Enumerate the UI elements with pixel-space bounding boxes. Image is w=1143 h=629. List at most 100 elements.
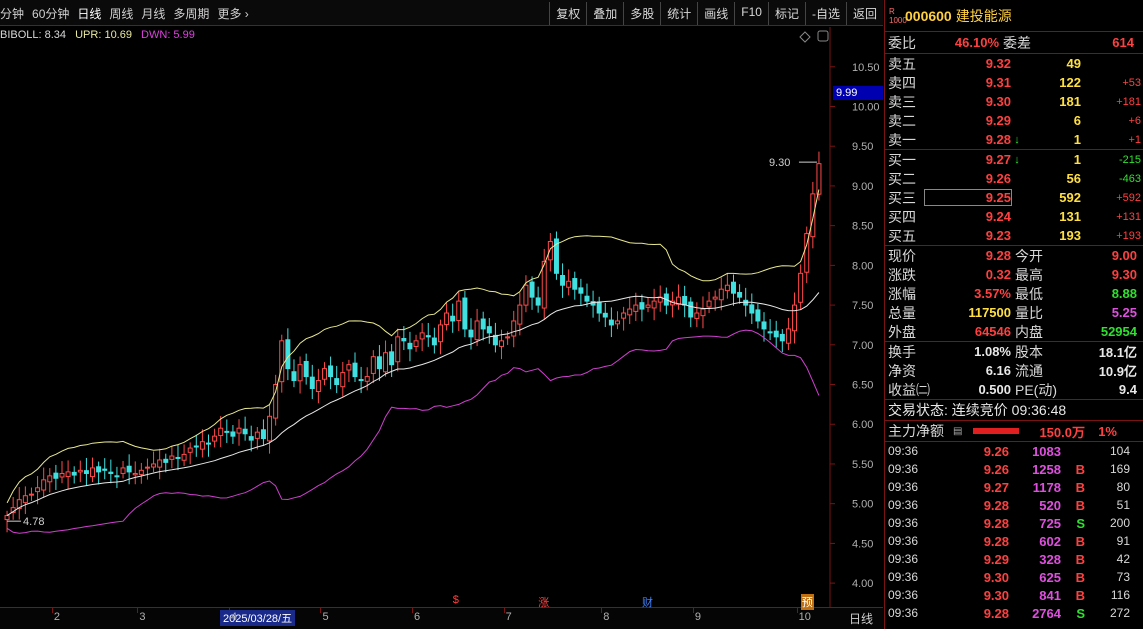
ask-level-row[interactable]: 卖二 9.29 6 +6 [885, 111, 1143, 130]
stat-value: 3.57% [974, 286, 1011, 301]
candle-body [810, 193, 816, 238]
period-daily[interactable]: 日线 [77, 5, 101, 22]
trade-volume: 1083 [1032, 443, 1061, 459]
trade-price: 9.27 [983, 479, 1009, 495]
ask-level-row[interactable]: 卖五 9.32 49 [885, 54, 1143, 73]
candle-body [792, 304, 798, 332]
high-price-label: 9.30 [769, 157, 790, 169]
period-weekly[interactable]: 周线 [109, 5, 133, 22]
candle-body [505, 336, 511, 339]
tool-overlay-button[interactable]: 叠加 [586, 2, 623, 25]
candle-body [712, 296, 718, 300]
candle-body [96, 466, 102, 473]
trade-side: S [1076, 515, 1085, 531]
stat-label: 流通 [1015, 362, 1043, 379]
candle-body [279, 340, 285, 383]
candle-body [77, 469, 83, 473]
event-marker[interactable]: 财 [642, 594, 653, 610]
bid-level-row[interactable]: 买一 9.27 ↓ 1 -215 [885, 150, 1143, 169]
bid-level-row[interactable]: 买三 9.25 592 +592 [885, 188, 1143, 207]
tool-multi-stock-button[interactable]: 多股 [623, 2, 660, 25]
candle-body [456, 300, 462, 322]
bid-level-volume: 592 [1059, 190, 1081, 205]
trade-time: 09:36 [888, 606, 919, 620]
ask-level-price[interactable]: 9.29 [925, 113, 1011, 128]
bid-level-row[interactable]: 买二 9.26 56 -463 [885, 169, 1143, 188]
tool-stats-button[interactable]: 统计 [660, 2, 697, 25]
trade-count: 272 [1109, 606, 1130, 620]
tool-adjust-button[interactable]: 复权 [549, 2, 586, 25]
bid-level-price[interactable]: 9.24 [925, 209, 1011, 224]
ask-level-row[interactable]: 卖四 9.31 122 +53 [885, 73, 1143, 92]
ask-level-price[interactable]: 9.30 [925, 94, 1011, 109]
tool-mark-button[interactable]: 标记 [767, 2, 805, 25]
tool-remove-watchlist-button[interactable]: -自选 [804, 2, 846, 25]
trade-price: 9.28 [983, 515, 1009, 531]
stock-code[interactable]: 000600 [905, 8, 952, 24]
y-tick-label: 9.00 [852, 181, 873, 193]
main-flow-menu-icon[interactable]: ▤ [953, 426, 967, 437]
bid-level-price[interactable]: 9.23 [925, 228, 1011, 243]
bid-level-row[interactable]: 买四 9.24 131 +131 [885, 207, 1143, 226]
period-60min[interactable]: 60分钟 [32, 5, 69, 22]
stat-label: 总量 [888, 304, 916, 321]
stat-label: 涨跌 [888, 266, 916, 283]
tool-f10-button[interactable]: F10 [734, 2, 768, 25]
ask-level-price[interactable]: 9.28 [925, 132, 1011, 147]
stat-value: 5.25 [1111, 305, 1137, 320]
candle-body [102, 468, 108, 471]
main-flow-value: 150.0万 [1039, 424, 1085, 440]
period-more[interactable]: 更多 [217, 5, 248, 22]
event-marker[interactable]: 涨 [538, 594, 549, 610]
event-marker[interactable]: $ [453, 594, 459, 606]
tick-trades[interactable]: 09:36 9.26 1083 104 09:36 9.26 1258 B 169 09:36 9.… [885, 442, 1143, 622]
candle-body [761, 321, 767, 330]
trade-side: B [1075, 587, 1085, 603]
candle-body [486, 326, 492, 334]
bid-level-price[interactable]: 9.26 [925, 171, 1011, 186]
bid-level-volume: 56 [1066, 171, 1081, 186]
stat-label: 换手 [888, 343, 916, 360]
kline-chart[interactable]: 10.50 10.00 9.50 9.00 8.50 8.00 7.50 7.00 6.50 6.… [0, 27, 883, 607]
period-label[interactable]: 日线 [849, 610, 873, 627]
y-tick-label: 10.00 [852, 101, 880, 113]
tool-draw-button[interactable]: 画线 [697, 2, 734, 25]
trade-volume: 328 [1039, 551, 1061, 567]
ask-level-price[interactable]: 9.32 [925, 56, 1011, 71]
trade-count: 91 [1116, 534, 1130, 548]
period-minute[interactable]: 分钟 [0, 5, 24, 22]
bid-level-price[interactable]: 9.27 [925, 152, 1011, 167]
ask-level-row[interactable]: 卖一 9.28 ↓ 1 +1 [885, 130, 1143, 149]
trade-time: 09:36 [888, 444, 919, 458]
bid-level-price[interactable]: 9.25 [924, 189, 1012, 206]
trade-row: 09:36 9.30 625 B 73 [885, 568, 1143, 586]
stat-value: 117500 [968, 305, 1011, 320]
candle-body [450, 315, 456, 322]
candle-body [59, 472, 65, 478]
trade-status-row: 交易状态: 连续竞价 09:36:48 [885, 400, 1143, 421]
event-marker[interactable]: 预 [800, 594, 814, 610]
candle-body [608, 319, 614, 326]
candle-body [419, 332, 425, 340]
period-monthly[interactable]: 月线 [141, 5, 165, 22]
candle-body [492, 334, 498, 346]
trade-row: 09:36 9.28 2764 S 272 [885, 604, 1143, 622]
ask-level-price[interactable]: 9.31 [925, 75, 1011, 90]
tool-back-button[interactable]: 返回 [845, 2, 883, 25]
stat-label: 外盘 [888, 323, 916, 340]
candle-body [615, 320, 620, 325]
x-tick-mark [796, 608, 798, 613]
ask-level-row[interactable]: 卖三 9.30 181 +181 [885, 92, 1143, 111]
main-flow-label: 主力净额 [888, 423, 944, 439]
candle-body [639, 302, 645, 310]
candle-body [596, 301, 602, 314]
stock-name[interactable]: 建投能源 [956, 6, 1012, 26]
x-tick-label: 3 [139, 611, 146, 623]
candle-body [169, 455, 175, 460]
x-tick-mark [692, 608, 694, 613]
indicator-readout: BIBOLL: 8.34 UPR: 10.69 DWN: 5.99 [0, 29, 195, 41]
bid-level-row[interactable]: 买五 9.23 193 +193 [885, 226, 1143, 245]
trade-count: 200 [1109, 516, 1130, 530]
y-tick-label: 5.00 [852, 499, 873, 511]
period-multi[interactable]: 多周期 [173, 5, 209, 22]
